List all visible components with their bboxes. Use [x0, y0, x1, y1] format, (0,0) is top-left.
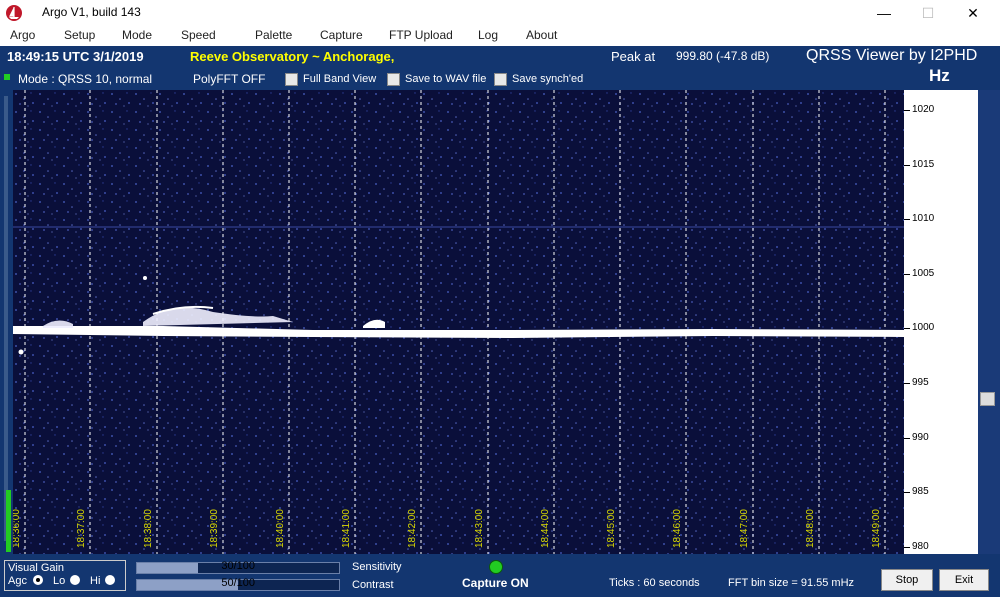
full-band-label: Full Band View [303, 73, 377, 85]
time-label: 18:38:00 [143, 509, 154, 548]
waterfall-display[interactable]: 18:36:00 18:37:00 18:38:00 18:39:00 18:4… [13, 90, 904, 554]
hi-radio[interactable] [105, 575, 115, 585]
time-label: 18:47:00 [739, 509, 750, 548]
close-icon: ✕ [967, 4, 979, 21]
agc-radio[interactable] [33, 575, 43, 585]
unit-label: Hz [929, 66, 950, 85]
left-level-bar [0, 90, 13, 554]
frequency-scroll-thumb[interactable] [980, 392, 995, 406]
sensitivity-fill [137, 563, 198, 573]
freq-tick [904, 219, 910, 220]
menu-palette[interactable]: Palette [255, 28, 292, 42]
ticks-label: Ticks : 60 seconds [609, 577, 700, 589]
save-synch-label: Save synch'ed [512, 73, 584, 85]
freq-tick [904, 165, 910, 166]
save-wav-label: Save to WAV file [405, 73, 487, 85]
time-label: 18:43:00 [474, 509, 485, 548]
menu-argo[interactable]: Argo [10, 28, 35, 42]
menu-bar: Argo Setup Mode Speed Palette Capture FT… [0, 26, 1000, 46]
lo-radio[interactable] [70, 575, 80, 585]
visual-gain-label: Visual Gain [8, 562, 65, 574]
time-label: 18:48:00 [805, 509, 816, 548]
sensitivity-label: Sensitivity [352, 561, 402, 573]
freq-tick [904, 328, 910, 329]
freq-label: 980 [912, 541, 929, 552]
capture-status: Capture ON [462, 576, 529, 590]
close-button[interactable]: ✕ [950, 0, 996, 26]
menu-log[interactable]: Log [478, 28, 498, 42]
menu-speed[interactable]: Speed [181, 28, 216, 42]
contrast-slider[interactable]: 50/100 [136, 577, 340, 591]
time-label: 18:40:00 [275, 509, 286, 548]
time-label: 18:46:00 [672, 509, 683, 548]
agc-label: Agc [8, 575, 27, 587]
sensitivity-slider[interactable]: 30/100 [136, 560, 340, 574]
level-meter [6, 490, 11, 552]
time-label: 18:37:00 [76, 509, 87, 548]
frequency-axis: 1020 1015 1010 1005 1000 995 990 985 980 [904, 90, 978, 554]
app-icon [6, 5, 22, 21]
peak-value: 999.80 (-47.8 dB) [676, 49, 770, 63]
time-label: 18:49:00 [871, 509, 882, 548]
time-label: 18:41:00 [341, 509, 352, 548]
mode-label: Mode : QRSS 10, normal [18, 72, 153, 86]
time-label: 18:36:00 [13, 509, 22, 548]
freq-label: 1010 [912, 213, 935, 224]
time-label: 18:44:00 [540, 509, 551, 548]
title-bar: Argo V1, build 143 — ☐ ✕ [0, 0, 1000, 26]
utc-time-date: 18:49:15 UTC 3/1/2019 [7, 49, 144, 64]
menu-setup[interactable]: Setup [64, 28, 95, 42]
status-indicator [4, 74, 10, 80]
hi-label: Hi [90, 575, 101, 587]
frequency-scrollbar[interactable] [978, 90, 1000, 554]
freq-label: 985 [912, 486, 929, 497]
lo-label: Lo [53, 575, 66, 587]
freq-tick [904, 110, 910, 111]
contrast-label: Contrast [352, 579, 394, 591]
freq-tick [904, 383, 910, 384]
save-wav-checkbox[interactable] [387, 73, 400, 86]
menu-capture[interactable]: Capture [320, 28, 363, 42]
contrast-value: 50/100 [221, 577, 255, 589]
time-label: 18:42:00 [407, 509, 418, 548]
freq-label: 990 [912, 432, 929, 443]
capture-led-icon [489, 560, 503, 574]
station-name: Reeve Observatory ~ Anchorage, [190, 49, 395, 64]
exit-button[interactable]: Exit [939, 569, 989, 591]
save-synch-checkbox[interactable] [494, 73, 507, 86]
polyfft-label[interactable]: PolyFFT OFF [193, 72, 265, 86]
peak-label: Peak at [611, 49, 656, 64]
freq-tick [904, 438, 910, 439]
window-title: Argo V1, build 143 [42, 5, 141, 19]
time-label: 18:39:00 [209, 509, 220, 548]
freq-label: 1015 [912, 159, 935, 170]
maximize-button[interactable]: ☐ [905, 0, 951, 26]
menu-mode[interactable]: Mode [122, 28, 152, 42]
fft-bin-label: FFT bin size = 91.55 mHz [728, 577, 855, 589]
menu-about[interactable]: About [526, 28, 557, 42]
viewer-credit: QRSS Viewer by I2PHD [806, 47, 978, 64]
freq-label: 1005 [912, 268, 935, 279]
freq-tick [904, 547, 910, 548]
minimize-icon: — [877, 5, 891, 21]
minimize-button[interactable]: — [861, 0, 907, 26]
full-band-checkbox[interactable] [285, 73, 298, 86]
freq-tick [904, 492, 910, 493]
time-label: 18:45:00 [606, 509, 617, 548]
menu-ftp-upload[interactable]: FTP Upload [389, 28, 453, 42]
freq-label: 1000 [912, 322, 935, 333]
sensitivity-value: 30/100 [221, 560, 255, 572]
maximize-icon: ☐ [921, 4, 935, 21]
freq-label: 995 [912, 377, 929, 388]
stop-button[interactable]: Stop [881, 569, 933, 591]
freq-tick [904, 274, 910, 275]
level-track [4, 96, 8, 541]
waterfall-svg: 18:36:00 18:37:00 18:38:00 18:39:00 18:4… [13, 90, 904, 554]
freq-label: 1020 [912, 104, 935, 115]
